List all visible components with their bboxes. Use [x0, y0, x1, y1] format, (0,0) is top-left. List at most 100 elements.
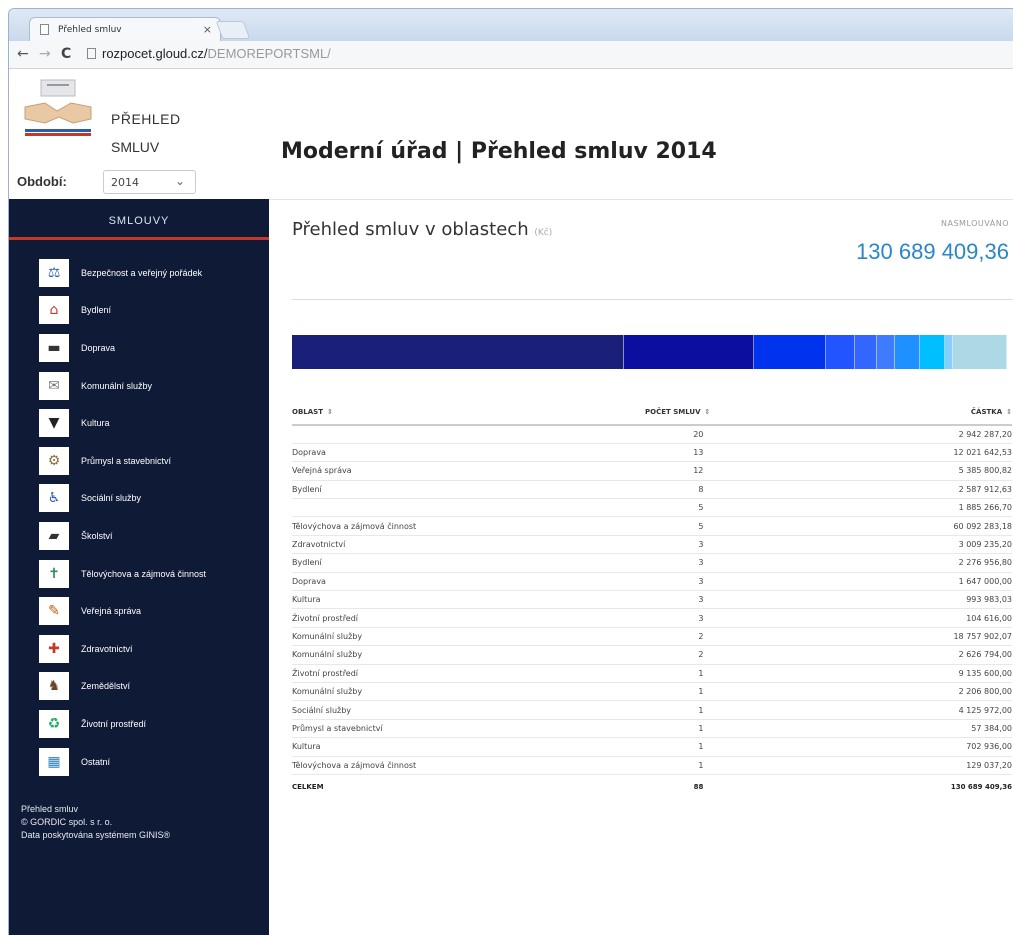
sidebar-item[interactable]: ▦ Ostatní	[9, 743, 269, 781]
sidebar-item[interactable]: ✎ Veřejná správa	[9, 592, 269, 630]
sort-icon[interactable]: ⇕	[327, 408, 333, 416]
cell-amount: 2 276 956,80	[915, 553, 1012, 573]
sidebar-item-label: Sociální služby	[81, 493, 142, 504]
bar-segment[interactable]	[855, 335, 877, 369]
sidebar-item[interactable]: ♿ Sociální služby	[9, 480, 269, 518]
table-row[interactable]: Veřejná správa 12 5 385 800,82	[292, 461, 1012, 481]
health-icon: ✚	[39, 634, 69, 663]
cell-amount: 104 616,00	[915, 608, 1012, 628]
other-icon: ▦	[39, 747, 69, 776]
sidebar-item[interactable]: ✝ Tělovýchova a zájmová činnost	[9, 555, 269, 593]
footer-line: © GORDIC spol. s r. o.	[21, 817, 113, 827]
table-row[interactable]: Komunální služby 2 18 757 902,07	[292, 627, 1012, 647]
table-row[interactable]: Životní prostředí 3 104 616,00	[292, 608, 1012, 628]
sidebar-item[interactable]: ♻ Životní prostředí	[9, 705, 269, 743]
table-row[interactable]: Průmysl a stavebnictví 1 57 384,00	[292, 719, 1012, 739]
environment-icon: ♻	[39, 709, 69, 738]
bar-segment[interactable]	[292, 335, 625, 369]
sidebar-item[interactable]: ⚙ Průmysl a stavebnictví	[9, 442, 269, 480]
reload-icon[interactable]: C	[61, 46, 71, 62]
bar-segment[interactable]	[920, 335, 946, 369]
cell-amount: 3 009 235,20	[915, 535, 1012, 555]
section-title: Přehled smluv v oblastech (Kč)	[292, 219, 552, 240]
table-row[interactable]: Doprava 13 12 021 642,53	[292, 443, 1012, 463]
cell-amount: 2 942 287,20	[915, 425, 1012, 444]
footer-line: Přehled smluv	[21, 804, 79, 814]
sidebar-item-label: Bezpečnost a veřejný pořádek	[81, 267, 203, 278]
cell-area: Veřejná správa	[292, 461, 489, 481]
forward-arrow-icon[interactable]: →	[39, 46, 51, 62]
bar-segment[interactable]	[952, 335, 1007, 369]
cell-count: 13	[488, 443, 916, 463]
table-row[interactable]: Sociální služby 1 4 125 972,00	[292, 700, 1012, 720]
page-content: PŘEHLED SMLUV Období: 2014 ⌄ Moderní úřa…	[9, 69, 1013, 935]
url-path: DEMOREPORTSML/	[207, 46, 331, 61]
cell-amount: 5 385 800,82	[915, 461, 1012, 481]
bar-segment[interactable]	[754, 335, 827, 369]
back-arrow-icon[interactable]: ←	[17, 46, 29, 62]
column-header-area[interactable]: OBLAST ⇕	[292, 399, 489, 426]
chevron-down-icon: ⌄	[174, 174, 185, 188]
bar-segment[interactable]	[624, 335, 755, 369]
culture-icon: ▼	[39, 409, 69, 438]
table-row[interactable]: Zdravotnictví 3 3 009 235,20	[292, 535, 1012, 555]
column-header-amount[interactable]: ČÁSTKA ⇕	[915, 399, 1012, 426]
cell-amount: 2 206 800,00	[915, 682, 1012, 702]
bar-segment[interactable]	[894, 335, 921, 369]
total-amount: 130 689 409,36	[950, 782, 1012, 791]
cell-amount: 1 647 000,00	[915, 572, 1012, 592]
sidebar-item[interactable]: ▬ Doprava	[9, 329, 269, 367]
table-row[interactable]: Komunální služby 1 2 206 800,00	[292, 682, 1012, 702]
period-select[interactable]: 2014 ⌄	[103, 170, 196, 194]
cell-count: 3	[488, 608, 916, 628]
browser-toolbar: ← → C rozpocet.gloud.cz/DEMOREPORTSML/	[9, 41, 1013, 69]
column-label-count: POČET SMLUV	[644, 407, 701, 416]
sidebar-item[interactable]: ♞ Zemědělství	[9, 668, 269, 706]
cell-count: 1	[488, 682, 916, 702]
close-tab-icon[interactable]: ×	[203, 23, 212, 36]
table-row[interactable]: Kultura 3 993 983,03	[292, 590, 1012, 610]
table-row[interactable]: Bydlení 3 2 276 956,80	[292, 553, 1012, 573]
sidebar-item[interactable]: ▰ Školství	[9, 517, 269, 555]
sidebar-item-label: Zdravotnictví	[81, 643, 133, 654]
cell-count: 3	[488, 590, 916, 610]
cell-amount: 12 021 642,53	[915, 443, 1012, 463]
browser-window: Přehled smluv × ← → C rozpocet.gloud.cz/…	[8, 8, 1013, 935]
table-row[interactable]: Doprava 3 1 647 000,00	[292, 572, 1012, 592]
period-label: Období:	[17, 174, 67, 189]
sidebar-item[interactable]: ✚ Zdravotnictví	[9, 630, 269, 668]
transport-icon: ▬	[39, 333, 69, 362]
cell-area: Životní prostředí	[292, 608, 489, 628]
table-row[interactable]: Kultura 1 702 936,00	[292, 737, 1012, 757]
bar-segment[interactable]	[826, 335, 856, 369]
table-row[interactable]: Bydlení 8 2 587 912,63	[292, 480, 1012, 500]
handshake-logo-icon	[24, 79, 92, 136]
cell-area: Kultura	[292, 737, 489, 757]
table-row[interactable]: Tělovýchova a zájmová činnost 5 60 092 283…	[292, 516, 1012, 536]
bar-segment[interactable]	[945, 335, 953, 369]
column-header-count[interactable]: POČET SMLUV ⇕	[488, 399, 916, 426]
bar-segment[interactable]	[876, 335, 895, 369]
table-row[interactable]: 51 885 266,70	[292, 498, 1012, 518]
sort-icon[interactable]: ⇕	[705, 408, 711, 416]
sort-icon[interactable]: ⇕	[1006, 408, 1012, 416]
contracts-table: OBLAST ⇕ POČET SMLUV ⇕ ČÁSTKA ⇕ 20 2 942 287…	[292, 399, 1012, 793]
new-tab-button[interactable]	[215, 21, 251, 39]
brand-area: PŘEHLED SMLUV Období: 2014 ⌄	[9, 69, 269, 199]
table-row[interactable]: 20 2 942 287,20	[292, 425, 1012, 444]
table-row[interactable]: Tělovýchova a zájmová činnost 1 129 037,20	[292, 756, 1012, 775]
table-row[interactable]: Životní prostředí 1 9 135 600,00	[292, 664, 1012, 683]
sidebar-item[interactable]: ✉ Komunální služby	[9, 367, 269, 405]
table-row[interactable]: Komunální služby 2 2 626 794,00	[292, 645, 1012, 665]
browser-tab[interactable]: Přehled smluv ×	[29, 17, 221, 41]
sidebar-item[interactable]: ⚖ Bezpečnost a veřejný pořádek	[9, 254, 269, 292]
industry-icon: ⚙	[39, 446, 69, 475]
address-bar[interactable]: rozpocet.gloud.cz/DEMOREPORTSML/	[87, 46, 331, 61]
sport-icon: ✝	[39, 559, 69, 588]
cell-count: 1	[488, 756, 916, 775]
cell-area	[292, 498, 489, 518]
sidebar-item[interactable]: ▼ Kultura	[9, 404, 269, 442]
cell-count: 5	[488, 516, 916, 536]
section-title-unit: (Kč)	[534, 228, 553, 238]
sidebar-item[interactable]: ⌂ Bydlení	[9, 292, 269, 330]
